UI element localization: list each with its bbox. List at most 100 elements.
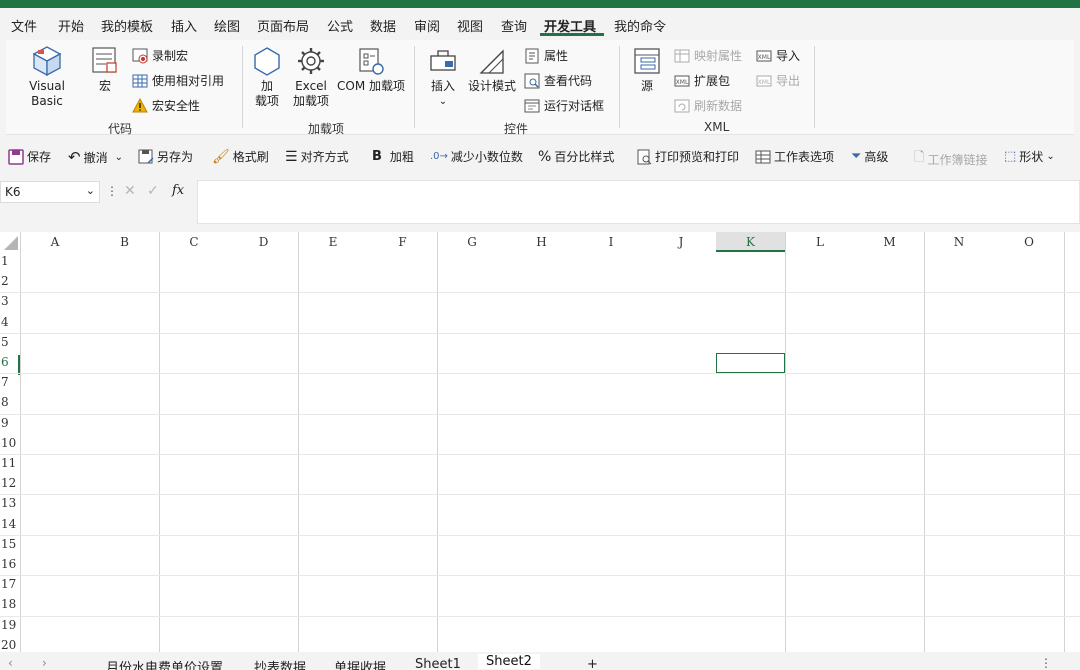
addins-button[interactable]: 加 载项 — [252, 46, 282, 109]
prev-sheet-icon[interactable]: ‹ — [8, 656, 13, 670]
row-header-13[interactable]: 13 — [0, 496, 20, 516]
row-header-11[interactable]: 11 — [0, 456, 20, 476]
excel-addins-button[interactable]: Excel 加载项 — [290, 46, 332, 109]
xml-export-button[interactable]: XML 导出 — [756, 72, 800, 89]
tab-data[interactable]: 数据 — [370, 16, 396, 35]
expansion-packs-button[interactable]: XML 扩展包 — [674, 72, 730, 89]
sheet-tab-meter-data[interactable]: 抄表数据 — [254, 657, 306, 670]
column-header-l[interactable]: L — [785, 232, 855, 252]
column-header-k[interactable]: K — [716, 232, 785, 252]
column-header-h[interactable]: H — [507, 232, 576, 252]
save-button[interactable]: 保存 — [8, 148, 51, 165]
row-header-14[interactable]: 14 — [0, 517, 20, 537]
alignment-button[interactable]: ☰ 对齐方式 — [285, 148, 349, 165]
properties-button[interactable]: 属性 — [524, 47, 568, 64]
column-header-f[interactable]: F — [368, 232, 437, 252]
insert-control-button[interactable]: 插入 ⌄ — [424, 46, 462, 109]
name-box[interactable]: K6 ⌄ — [0, 181, 100, 203]
macros-button[interactable]: 宏 — [88, 44, 122, 94]
row-header-8[interactable]: 8 — [0, 395, 20, 415]
map-properties-button[interactable]: 映射属性 — [674, 47, 742, 64]
tab-page-layout[interactable]: 页面布局 — [257, 16, 309, 35]
row-header-15[interactable]: 15 — [0, 537, 20, 557]
more-options-icon[interactable]: ⋮ — [106, 184, 118, 198]
sheet-options-button[interactable]: 工作表选项 — [755, 148, 834, 165]
chevron-down-icon[interactable]: ⌄ — [115, 152, 123, 163]
row-header-6[interactable]: 6 — [0, 355, 20, 376]
row-header-4[interactable]: 4 — [0, 315, 20, 335]
column-header-i[interactable]: I — [576, 232, 646, 252]
column-header-n[interactable]: N — [924, 232, 994, 252]
column-header-a[interactable]: A — [20, 232, 90, 252]
column-header-j[interactable]: J — [646, 232, 716, 252]
design-mode-button[interactable]: 设计模式 — [466, 46, 518, 94]
select-all-corner[interactable] — [0, 232, 20, 252]
com-addins-button[interactable]: COM 加载项 — [336, 46, 406, 94]
decrease-decimal-button[interactable]: .0→ 减少小数位数 — [430, 148, 523, 165]
column-header-c[interactable]: C — [159, 232, 229, 252]
visual-basic-button[interactable]: Visual Basic — [14, 44, 80, 109]
column-header-g[interactable]: G — [437, 232, 507, 252]
sheet-tab-sheet2[interactable]: Sheet2 — [478, 654, 540, 669]
row-header-5[interactable]: 5 — [0, 335, 20, 355]
row-header-20[interactable]: 20 — [0, 638, 20, 652]
row-header-7[interactable]: 7 — [0, 375, 20, 395]
sheet-tab-receipts[interactable]: 单据收据 — [334, 657, 386, 670]
refresh-data-button[interactable]: 刷新数据 — [674, 97, 742, 114]
tab-my-templates[interactable]: 我的模板 — [101, 16, 153, 35]
row-header-16[interactable]: 16 — [0, 557, 20, 577]
relative-references-button[interactable]: 使用相对引用 — [132, 72, 224, 89]
enter-icon[interactable]: ✓ — [147, 183, 159, 199]
tab-formulas[interactable]: 公式 — [327, 16, 353, 35]
cancel-icon[interactable]: ✕ — [124, 183, 136, 199]
row-header-2[interactable]: 2 — [0, 274, 20, 294]
chevron-down-icon[interactable]: ⌄ — [86, 184, 95, 197]
row-header-17[interactable]: 17 — [0, 577, 20, 597]
tab-home[interactable]: 开始 — [58, 16, 84, 35]
tab-my-commands[interactable]: 我的命令 — [614, 16, 666, 35]
sheet-tab-sheet1[interactable]: Sheet1 — [415, 657, 461, 670]
advanced-filter-button[interactable]: ⏷ 高级 — [851, 148, 888, 165]
macro-security-button[interactable]: 宏安全性 — [132, 97, 200, 114]
spreadsheet-grid[interactable]: A B C D E F G H I J K L M N O 1 2 3 4 5 6 7 8 9 10 11 12 13 14 15 16 17… — [0, 232, 1080, 652]
insert-function-button[interactable]: fx — [172, 183, 184, 198]
row-header-18[interactable]: 18 — [0, 597, 20, 617]
chevron-down-icon[interactable]: ⌄ — [1046, 151, 1054, 162]
selected-cell[interactable] — [716, 353, 785, 374]
add-sheet-button[interactable]: + — [587, 657, 598, 670]
column-header-m[interactable]: M — [855, 232, 924, 252]
row-header-10[interactable]: 10 — [0, 436, 20, 456]
bold-button[interactable]: B 加粗 — [372, 148, 414, 165]
more-sheets-icon[interactable]: ⋮ — [1040, 656, 1052, 670]
percent-style-button[interactable]: % 百分比样式 — [538, 148, 614, 165]
row-header-19[interactable]: 19 — [0, 618, 20, 638]
print-preview-button[interactable]: 打印预览和打印 — [636, 148, 739, 165]
sheet-tab-utility-price[interactable]: 月份水电费单价设置 — [106, 657, 223, 670]
column-header-o[interactable]: O — [994, 232, 1064, 252]
row-header-3[interactable]: 3 — [0, 294, 20, 314]
workbook-links-button[interactable]: 🗋 工作簿链接 — [914, 148, 987, 170]
column-header-d[interactable]: D — [229, 232, 298, 252]
tab-view[interactable]: 视图 — [457, 16, 483, 35]
row-header-9[interactable]: 9 — [0, 416, 20, 436]
next-sheet-icon[interactable]: › — [42, 656, 47, 670]
formula-input[interactable] — [197, 180, 1080, 224]
tab-query[interactable]: 查询 — [501, 16, 527, 35]
xml-import-button[interactable]: XML 导入 — [756, 47, 800, 64]
tab-insert[interactable]: 插入 — [171, 16, 197, 35]
format-painter-button[interactable]: 🖌 格式刷 — [212, 148, 269, 165]
save-as-button[interactable]: 另存为 — [138, 148, 193, 165]
record-macro-button[interactable]: 录制宏 — [132, 47, 188, 64]
row-header-1[interactable]: 1 — [0, 254, 20, 274]
undo-button[interactable]: ↶ 撤消 ⌄ — [68, 148, 123, 166]
shapes-button[interactable]: ⬚ 形状 ⌄ — [1004, 148, 1055, 165]
row-header-12[interactable]: 12 — [0, 476, 20, 496]
run-dialog-button[interactable]: 运行对话框 — [524, 97, 604, 114]
xml-source-button[interactable]: 源 — [630, 46, 664, 94]
tab-draw[interactable]: 绘图 — [214, 16, 240, 35]
view-code-button[interactable]: 查看代码 — [524, 72, 592, 89]
tab-review[interactable]: 审阅 — [414, 16, 440, 35]
column-header-e[interactable]: E — [298, 232, 368, 252]
column-header-b[interactable]: B — [90, 232, 159, 252]
tab-file[interactable]: 文件 — [11, 16, 37, 35]
